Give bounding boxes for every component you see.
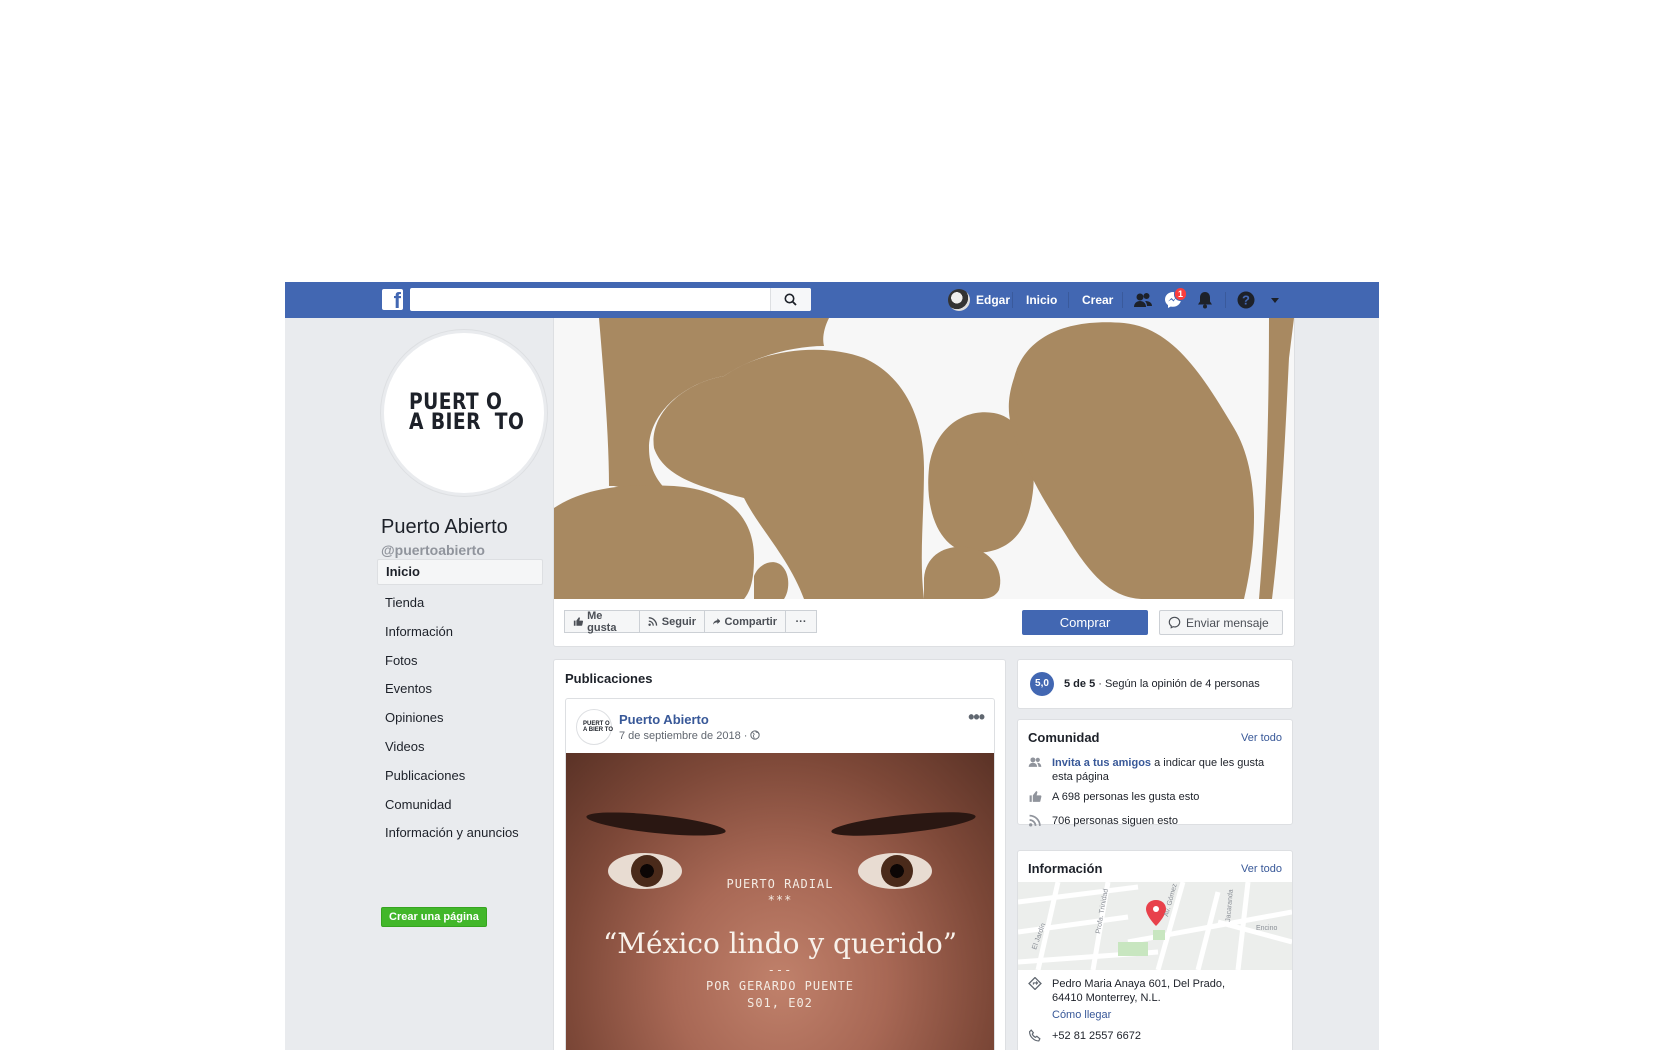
image-detail [830, 807, 977, 841]
cover-illustration [554, 318, 1294, 599]
share-label: Compartir [724, 615, 777, 628]
community-heading: Comunidad [1028, 730, 1100, 745]
phone-row: +52 81 2557 6672 [1028, 1029, 1282, 1043]
bell-icon[interactable] [1195, 290, 1215, 310]
phone-icon [1028, 1029, 1041, 1042]
send-message-label: Enviar mensaje [1186, 615, 1269, 630]
send-message-button[interactable]: Enviar mensaje [1159, 610, 1283, 635]
sidebar-item-comunidad[interactable]: Comunidad [377, 791, 543, 820]
friends-icon[interactable] [1133, 290, 1153, 310]
image-kicker: PUERTO RADIAL [726, 877, 834, 891]
image-detail [585, 807, 727, 841]
image-divider: --- [767, 963, 793, 977]
address-row: Pedro Maria Anaya 601, Del Prado, 64410 … [1028, 977, 1282, 1022]
thumbs-up-icon [573, 617, 584, 626]
post: PUERT O A BIER TO Puerto Abierto 7 de se… [565, 698, 995, 1050]
nav-profile-link[interactable]: Edgar [948, 289, 1010, 311]
globe-icon [750, 730, 761, 740]
svg-text:?: ? [1242, 293, 1250, 308]
more-options-button[interactable]: ··· [785, 610, 817, 633]
nav-home-link[interactable]: Inicio [1026, 293, 1057, 307]
page-handle[interactable]: @puertoabierto [381, 542, 485, 558]
search-button[interactable] [770, 288, 811, 311]
messenger-icon [1168, 616, 1181, 629]
likes-count-text: A 698 personas les gusta esto [1052, 791, 1200, 803]
messages-count-badge: 1 [1174, 287, 1188, 301]
invite-friends-row: Invita a tus amigos a indicar que les gu… [1028, 756, 1282, 784]
buy-button[interactable]: Comprar [1022, 610, 1148, 635]
rss-icon [1029, 814, 1041, 827]
user-name: Edgar [976, 293, 1011, 307]
create-page-button[interactable]: Crear una página [381, 907, 487, 927]
likes-count-row: A 698 personas les gusta esto [1028, 790, 1282, 804]
friends-icon [1028, 757, 1042, 767]
info-see-all-link[interactable]: Ver todo [1241, 863, 1282, 875]
image-stars: *** [767, 893, 793, 907]
follows-count-text: 706 personas siguen esto [1052, 815, 1178, 827]
rating-summary: 5 de 5 · Según la opinión de 4 personas [1064, 678, 1260, 690]
directions-icon [1028, 977, 1042, 990]
follows-count-row: 706 personas siguen esto [1028, 814, 1282, 828]
page-logo: PUERT O A BIER TO [409, 390, 525, 435]
avatar [948, 289, 970, 311]
sidebar-item-inicio[interactable]: Inicio [377, 559, 543, 585]
sidebar-item-informacion-anuncios[interactable]: Información y anuncios [377, 819, 543, 848]
posts-heading: Publicaciones [565, 671, 653, 686]
post-author-name[interactable]: Puerto Abierto [619, 712, 709, 727]
follow-button[interactable]: Seguir [639, 610, 705, 633]
community-see-all-link[interactable]: Ver todo [1241, 732, 1282, 744]
location-map[interactable]: Av. Gómez Mo Profa. Trinidad El Jardín J… [1018, 882, 1292, 970]
info-card: Información Ver todo Av. Gómez Mo Profa.… [1017, 850, 1293, 1050]
sidebar-item-opiniones[interactable]: Opiniones [377, 704, 543, 733]
svg-text:Encino: Encino [1256, 925, 1278, 932]
map-graphic: Av. Gómez Mo Profa. Trinidad El Jardín J… [1018, 882, 1292, 970]
follow-label: Seguir [661, 615, 696, 628]
image-byline: POR GERARDO PUENTE [705, 979, 855, 993]
caret-down-icon[interactable] [1265, 290, 1285, 310]
share-button[interactable]: Compartir [704, 610, 786, 633]
info-heading: Información [1028, 861, 1103, 876]
sidebar-item-videos[interactable]: Videos [377, 733, 543, 762]
rating-card[interactable]: 5,0 5 de 5 · Según la opinión de 4 perso… [1017, 659, 1293, 709]
nav-create-link[interactable]: Crear [1082, 293, 1113, 307]
cover-card: Me gusta Seguir Compartir ··· Comprar En… [553, 318, 1295, 647]
facebook-page-frame: f Edgar Inicio Crear 1 ? PUERT O A BIER … [285, 282, 1379, 1050]
sidebar-item-fotos[interactable]: Fotos [377, 647, 543, 676]
image-title: “México lindo y querido” [602, 927, 958, 960]
search-icon [784, 293, 797, 306]
facebook-logo-icon[interactable]: f [382, 289, 403, 312]
post-image[interactable]: PUERTO RADIAL *** “México lindo y querid… [566, 753, 994, 1050]
help-icon[interactable]: ? [1236, 290, 1256, 310]
posts-card: Publicaciones PUERT O A BIER TO Puerto A… [553, 659, 1006, 1050]
page-title[interactable]: Puerto Abierto [381, 516, 508, 539]
sidebar-item-tienda[interactable]: Tienda [377, 589, 543, 618]
post-author-avatar[interactable]: PUERT O A BIER TO [576, 709, 613, 745]
rating-score-badge: 5,0 [1030, 672, 1054, 696]
profile-picture[interactable]: PUERT O A BIER TO [381, 330, 547, 496]
share-icon [713, 618, 721, 625]
sidebar-item-informacion[interactable]: Información [377, 618, 543, 647]
community-card: Comunidad Ver todo Invita a tus amigos a… [1017, 719, 1293, 828]
top-navigation-bar: f Edgar Inicio Crear 1 ? [285, 282, 1379, 318]
like-label: Me gusta [587, 609, 617, 634]
invite-friends-link[interactable]: Invita a tus amigos [1052, 757, 1151, 769]
image-episode: S01, E02 [747, 996, 813, 1010]
sidebar-item-eventos[interactable]: Eventos [377, 675, 543, 704]
post-options-button[interactable]: ••• [968, 707, 985, 728]
page-sidebar-menu: Inicio Tienda Información Fotos Eventos … [377, 559, 543, 848]
address-text: Pedro Maria Anaya 601, Del Prado, 64410 … [1052, 978, 1226, 1004]
post-date[interactable]: 7 de septiembre de 2018 · [619, 730, 761, 742]
sidebar-item-publicaciones[interactable]: Publicaciones [377, 762, 543, 791]
rss-icon [648, 617, 658, 626]
search-input[interactable] [410, 288, 811, 311]
cover-photo[interactable] [554, 318, 1294, 599]
like-button[interactable]: Me gusta [564, 609, 640, 634]
phone-text[interactable]: +52 81 2557 6672 [1052, 1029, 1141, 1043]
thumbs-up-icon [1029, 791, 1042, 802]
directions-link[interactable]: Cómo llegar [1052, 1008, 1232, 1022]
